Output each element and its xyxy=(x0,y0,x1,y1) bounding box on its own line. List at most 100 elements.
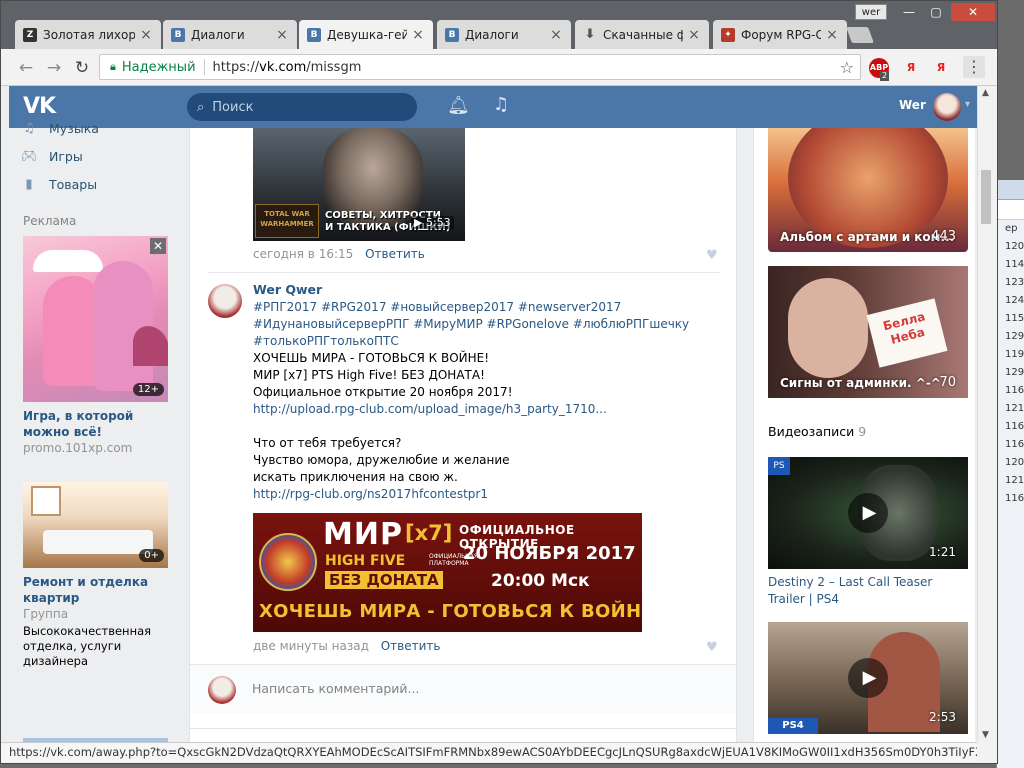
close-tab-icon[interactable]: × xyxy=(549,27,563,43)
close-icon[interactable]: ✕ xyxy=(150,238,166,254)
tab-strip: Z Золотая лихорадка × В Диалоги × В Деву… xyxy=(1,1,997,49)
minimize-button[interactable]: — xyxy=(896,3,922,21)
url-text: https://vk.com/missgm xyxy=(213,60,362,75)
address-bar[interactable]: 🔒︎ Надежный https://vk.com/missgm ☆ xyxy=(99,54,861,80)
post-meta: сегодня в 16:15 Ответить xyxy=(253,247,425,261)
play-icon[interactable]: ▶ xyxy=(848,658,888,698)
videos-count: 9 xyxy=(858,424,867,439)
post-text: ХОЧЕШЬ МИРА - ГОТОВЬСЯ К ВОЙНЕ! xyxy=(253,351,490,365)
profile-chip[interactable]: wer xyxy=(855,4,887,20)
close-tab-icon[interactable]: × xyxy=(275,27,289,43)
background-window-titlebar xyxy=(997,180,1024,200)
yandex-icon[interactable]: Я xyxy=(901,58,921,78)
post-hashtags[interactable]: #РПГ2017 #RPG2017 #новыйсервер2017 #news… xyxy=(253,299,621,316)
tab-dialogs-2[interactable]: В Диалоги × xyxy=(437,20,571,49)
scroll-down-icon[interactable]: ▼ xyxy=(982,730,989,740)
crest-favicon-icon: ✦ xyxy=(721,27,735,42)
bookmark-star-icon[interactable]: ☆ xyxy=(840,58,854,77)
banner-text: HIGH FIVE xyxy=(325,553,406,569)
vk-logo-icon[interactable]: VK xyxy=(23,94,56,119)
new-tab-button[interactable] xyxy=(846,27,874,43)
background-row: 115 xyxy=(1005,313,1024,324)
avatar[interactable] xyxy=(208,284,242,318)
forward-arrow-icon[interactable]: → xyxy=(43,57,65,79)
post-hashtags[interactable]: #толькоРПГтолькоПТС xyxy=(253,333,399,350)
sidebar-item-goods[interactable]: ▮ Товары xyxy=(21,174,97,194)
ad-image[interactable]: ✕ 12+ xyxy=(23,236,168,402)
post-time[interactable]: две минуты назад xyxy=(253,639,369,653)
reply-link[interactable]: Ответить xyxy=(381,639,441,653)
video-thumbnail[interactable]: TOTAL WAR WARHAMMER СОВЕТЫ, ХИТРОСТИ И Т… xyxy=(253,128,465,241)
post-hashtags[interactable]: #ИдунановыйсерверРПГ #МируМИР #RPGonelov… xyxy=(253,316,689,333)
album-count: 443 xyxy=(931,229,956,244)
yandex-icon[interactable]: Я xyxy=(931,58,951,78)
tab-rpg-forum[interactable]: ✦ Форум RPG-Club × xyxy=(713,20,847,49)
sidebar-item-music[interactable]: ♫ Музыка xyxy=(21,118,99,138)
tab-gamer-girl[interactable]: В Девушка-геймер × xyxy=(299,20,433,49)
post-time[interactable]: сегодня в 16:15 xyxy=(253,247,353,261)
tab-gold[interactable]: Z Золотая лихорадка × xyxy=(15,20,161,49)
comment-input[interactable]: Написать комментарий... xyxy=(252,681,419,696)
ad-title[interactable]: Ремонт и отделка квартир xyxy=(23,574,168,606)
scrollbar[interactable]: ▲ ▼ xyxy=(977,86,993,742)
tab-dialogs[interactable]: В Диалоги × xyxy=(163,20,297,49)
play-icon[interactable]: ▶ xyxy=(848,493,888,533)
tab-downloads[interactable]: ⬇ Скачанные файлы × xyxy=(575,20,709,49)
tab-label: Девушка-геймер xyxy=(327,27,407,42)
post-image[interactable]: МИР [x7] HIGH FIVE ОФИЦИАЛЬНАЯ ПЛАТФОРМА… xyxy=(253,513,642,632)
ad-domain[interactable]: promo.101xp.com xyxy=(23,440,168,456)
post-author[interactable]: Wer Qwer xyxy=(253,282,322,297)
scroll-up-icon[interactable]: ▲ xyxy=(982,88,989,98)
age-badge: 0+ xyxy=(139,549,164,562)
post-text: Официальное открытие 20 ноября 2017! xyxy=(253,385,513,399)
post-link[interactable]: http://upload.rpg-club.com/upload_image/… xyxy=(253,401,607,418)
search-input[interactable]: ⌕ Поиск xyxy=(187,93,417,121)
search-placeholder: Поиск xyxy=(212,99,254,115)
video-duration-text: 5:53 xyxy=(425,216,451,229)
banner-text: 20 НОЯБРЯ 2017 xyxy=(463,543,636,564)
chevron-down-icon[interactable]: ▾ xyxy=(965,99,970,110)
video-thumbnail[interactable]: PS ▶ 1:21 xyxy=(768,457,968,569)
post-text: МИР [x7] PTS High Five! БЕЗ ДОНАТА! xyxy=(253,368,485,382)
sidebar-item-label: Игры xyxy=(49,148,83,164)
gamepad-icon: 🎮︎ xyxy=(21,148,38,164)
menu-kebab-icon[interactable]: ⋮ xyxy=(963,56,985,78)
banner-text: 20:00 Мск xyxy=(491,571,590,591)
ad-title[interactable]: Игра, в которой можно всё! xyxy=(23,408,168,440)
ad-art xyxy=(33,250,103,272)
maximize-button[interactable]: ▢ xyxy=(923,3,949,21)
playstation-icon: PS xyxy=(768,457,790,475)
play-icon: ▶ xyxy=(414,216,426,229)
album-caption: Сигны от админки. ^-^ xyxy=(780,376,941,390)
divider xyxy=(208,272,720,273)
background-window-list: ер 120 114 123 124 115 129 119 129 116 121 116 116 12… xyxy=(997,220,1024,508)
ad-image[interactable]: 0+ xyxy=(23,482,168,568)
wall-feed: TOTAL WAR WARHAMMER СОВЕТЫ, ХИТРОСТИ И Т… xyxy=(189,128,737,742)
avatar[interactable] xyxy=(933,93,961,121)
photo-album[interactable]: Альбом с артами и ком... 443 xyxy=(768,128,968,252)
user-name[interactable]: Wer xyxy=(899,98,926,112)
heart-icon[interactable]: ♥ xyxy=(706,248,718,263)
close-tab-icon[interactable]: × xyxy=(139,27,153,43)
sidebar-item-label: Музыка xyxy=(49,120,99,136)
video-title[interactable]: Destiny 2 – Last Call Teaser Trailer | P… xyxy=(768,574,972,608)
close-window-button[interactable]: ✕ xyxy=(951,3,995,21)
heart-icon[interactable]: ♥ xyxy=(706,640,718,655)
post-link[interactable]: http://rpg-club.org/ns2017hfcontestpr1 xyxy=(253,486,488,503)
close-tab-icon[interactable]: × xyxy=(825,27,839,43)
photo-album[interactable]: Белла Неба Сигны от админки. ^-^ 70 xyxy=(768,266,968,398)
reload-icon[interactable]: ↻ xyxy=(71,57,93,79)
vk-favicon-icon: В xyxy=(171,27,185,42)
sidebar-item-games[interactable]: 🎮︎ Игры xyxy=(21,146,83,166)
reply-link[interactable]: Ответить xyxy=(365,247,425,261)
bell-icon[interactable]: 🔔︎ xyxy=(447,95,470,116)
back-arrow-icon[interactable]: ← xyxy=(15,57,37,79)
next-post xyxy=(190,728,736,742)
close-tab-icon[interactable]: × xyxy=(687,27,701,43)
close-tab-icon[interactable]: × xyxy=(411,27,425,43)
video-thumbnail[interactable]: ▶ PS4 2:53 xyxy=(768,622,968,734)
url-host: vk.com xyxy=(259,59,307,75)
music-note-icon[interactable]: ♫ xyxy=(493,94,509,115)
scroll-thumb[interactable] xyxy=(981,170,991,224)
videos-heading[interactable]: Видеозаписи 9 xyxy=(768,424,866,439)
